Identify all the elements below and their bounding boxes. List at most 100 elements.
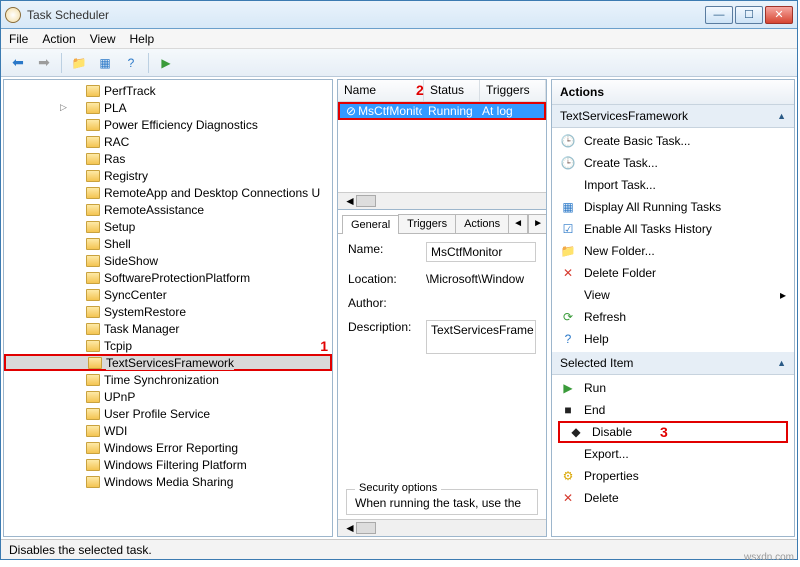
scroll-thumb[interactable]	[356, 195, 376, 207]
tab-actions[interactable]: Actions	[455, 214, 509, 233]
tree-item-remoteassistance[interactable]: RemoteAssistance	[4, 201, 332, 218]
menu-file[interactable]: File	[9, 32, 28, 46]
tab-next[interactable]: ►	[528, 214, 547, 233]
action-label: Export...	[584, 447, 629, 461]
tree-item-sideshow[interactable]: SideShow	[4, 252, 332, 269]
tree-item-textservicesframework[interactable]: TextServicesFramework	[4, 354, 332, 371]
tree-item-label: RemoteAssistance	[104, 203, 204, 217]
tree-item-upnp[interactable]: UPnP	[4, 388, 332, 405]
action-display-running[interactable]: ▦Display All Running Tasks	[552, 196, 794, 218]
action-create-basic-task[interactable]: 🕒Create Basic Task...	[552, 130, 794, 152]
folder-icon	[86, 391, 100, 403]
folder-icon	[86, 374, 100, 386]
tree-item-task-manager[interactable]: Task Manager	[4, 320, 332, 337]
actions-group1[interactable]: TextServicesFramework▲	[552, 105, 794, 128]
action-export[interactable]: Export...	[552, 443, 794, 465]
action-new-folder[interactable]: 📁New Folder...	[552, 240, 794, 262]
tab-prev[interactable]: ◄	[508, 214, 528, 233]
folder-icon	[86, 306, 100, 318]
author-label: Author:	[348, 296, 426, 310]
annotation-1: 1	[320, 338, 328, 354]
tree-item-registry[interactable]: Registry	[4, 167, 332, 184]
name-field[interactable]: MsCtfMonitor	[426, 242, 536, 262]
close-button[interactable]: ✕	[765, 6, 793, 24]
tree-item-softwareprotectionplatform[interactable]: SoftwareProtectionPlatform	[4, 269, 332, 286]
tree-item-synccenter[interactable]: SyncCenter	[4, 286, 332, 303]
tree-item-wdi[interactable]: WDI	[4, 422, 332, 439]
menu-action[interactable]: Action	[42, 32, 75, 46]
back-button[interactable]: ⬅	[7, 52, 29, 74]
description-label: Description:	[348, 320, 426, 354]
tree-item-label: RemoteApp and Desktop Connections U	[104, 186, 320, 200]
menu-help[interactable]: Help	[130, 32, 155, 46]
action-view[interactable]: View▸	[552, 284, 794, 306]
folder-icon	[86, 221, 100, 233]
import-task-icon	[560, 177, 576, 193]
col-triggers[interactable]: Triggers	[480, 80, 546, 101]
action-disable[interactable]: ◆Disable3	[558, 421, 788, 443]
tab-triggers[interactable]: Triggers	[398, 214, 456, 233]
up-button[interactable]: 📁	[68, 52, 90, 74]
create-basic-task-icon: 🕒	[560, 133, 576, 149]
action-import-task[interactable]: Import Task...	[552, 174, 794, 196]
action-properties[interactable]: ⚙Properties	[552, 465, 794, 487]
tree-item-label: Setup	[104, 220, 135, 234]
tree[interactable]: PerfTrackPLA Power Efficiency Diagnostics…	[4, 80, 332, 536]
tree-item-label: Power Efficiency Diagnostics	[104, 118, 258, 132]
action-help[interactable]: ?Help	[552, 328, 794, 350]
maximize-button[interactable]: ☐	[735, 6, 763, 24]
minimize-button[interactable]: —	[705, 6, 733, 24]
tab-general[interactable]: General	[342, 215, 399, 234]
folder-icon	[86, 187, 100, 199]
action-run[interactable]: ▶Run	[552, 377, 794, 399]
actions-group2[interactable]: Selected Item▲	[552, 352, 794, 375]
action-label: Run	[584, 381, 606, 395]
tree-item-rac[interactable]: RAC	[4, 133, 332, 150]
tree-item-tcpip[interactable]: Tcpip1	[4, 337, 332, 354]
folder-icon	[86, 153, 100, 165]
view-icon	[560, 287, 576, 303]
action-label: Display All Running Tasks	[584, 200, 721, 214]
tree-item-power-efficiency-diagnostics[interactable]: Power Efficiency Diagnostics	[4, 116, 332, 133]
run-button[interactable]: ▶	[155, 52, 177, 74]
help-button[interactable]: ?	[120, 52, 142, 74]
description-field[interactable]: TextServicesFrame	[426, 320, 536, 354]
tree-item-time-synchronization[interactable]: Time Synchronization	[4, 371, 332, 388]
tree-item-pla[interactable]: PLA	[4, 99, 332, 116]
tree-item-remoteapp-and-desktop-connections-u[interactable]: RemoteApp and Desktop Connections U	[4, 184, 332, 201]
actions-group2-label: Selected Item	[560, 356, 633, 370]
security-legend: Security options	[355, 482, 441, 494]
task-detail: General Triggers Actions ◄ ► Name:MsCtfM…	[338, 210, 546, 536]
forward-button[interactable]: ➡	[33, 52, 55, 74]
tree-item-windows-filtering-platform[interactable]: Windows Filtering Platform	[4, 456, 332, 473]
titlebar[interactable]: Task Scheduler — ☐ ✕	[1, 1, 797, 29]
action-refresh[interactable]: ⟳Refresh	[552, 306, 794, 328]
action-delete-folder[interactable]: ✕Delete Folder	[552, 262, 794, 284]
col-status[interactable]: Status	[424, 80, 480, 101]
tree-item-perftrack[interactable]: PerfTrack	[4, 82, 332, 99]
task-row[interactable]: ⊘MsCtfMonitor Running At log	[338, 102, 546, 120]
folder-icon	[86, 408, 100, 420]
scroll-thumb[interactable]	[356, 522, 376, 534]
properties-button[interactable]: ▦	[94, 52, 116, 74]
tree-item-systemrestore[interactable]: SystemRestore	[4, 303, 332, 320]
delete-folder-icon: ✕	[560, 265, 576, 281]
tree-item-label: Shell	[104, 237, 131, 251]
h-scrollbar-detail[interactable]: ◄	[338, 519, 546, 536]
tree-item-windows-media-sharing[interactable]: Windows Media Sharing	[4, 473, 332, 490]
tree-item-label: SyncCenter	[104, 288, 167, 302]
action-enable-history[interactable]: ☑Enable All Tasks History	[552, 218, 794, 240]
menu-view[interactable]: View	[90, 32, 116, 46]
tree-item-windows-error-reporting[interactable]: Windows Error Reporting	[4, 439, 332, 456]
action-end[interactable]: ■End	[552, 399, 794, 421]
action-delete[interactable]: ✕Delete	[552, 487, 794, 509]
location-value: \Microsoft\Window	[426, 272, 536, 286]
tree-item-user-profile-service[interactable]: User Profile Service	[4, 405, 332, 422]
action-create-task[interactable]: 🕒Create Task...	[552, 152, 794, 174]
action-label: New Folder...	[584, 244, 655, 258]
tree-item-setup[interactable]: Setup	[4, 218, 332, 235]
col-name[interactable]: Name	[338, 80, 424, 101]
h-scrollbar[interactable]: ◄	[338, 192, 546, 209]
tree-item-ras[interactable]: Ras	[4, 150, 332, 167]
tree-item-shell[interactable]: Shell	[4, 235, 332, 252]
